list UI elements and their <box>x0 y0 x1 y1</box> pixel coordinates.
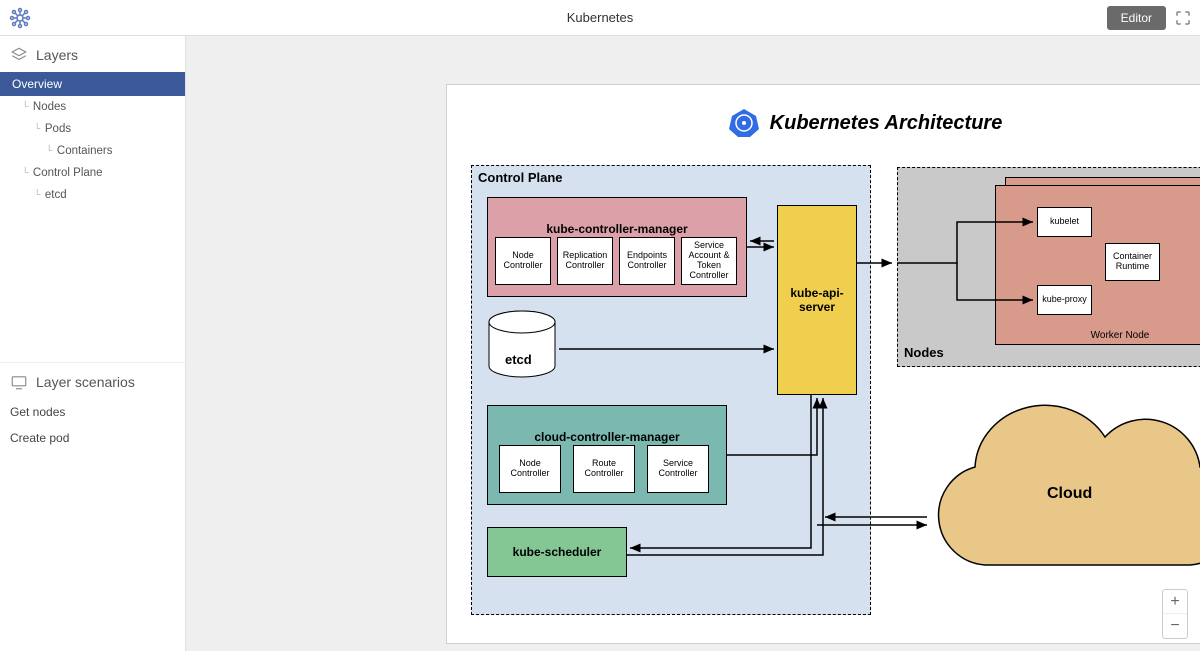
kube-scheduler-box[interactable]: kube-scheduler <box>487 527 627 577</box>
kcm-title: kube-controller-manager <box>546 222 687 236</box>
kcm-ctrl-2[interactable]: Endpoints Controller <box>619 237 675 285</box>
scenario-create-pod[interactable]: Create pod <box>0 425 185 451</box>
ccm-ctrl-2[interactable]: Service Controller <box>647 445 709 493</box>
ccm-ctrl-0[interactable]: Node Controller <box>499 445 561 493</box>
tree-item-nodes[interactable]: Nodes <box>0 96 185 118</box>
page-title: Kubernetes <box>567 10 634 25</box>
canvas-area[interactable]: Kubernetes Architecture Control Plane ku… <box>186 36 1200 651</box>
tree-item-pods[interactable]: Pods <box>0 118 185 140</box>
nodes-label: Nodes <box>904 345 944 360</box>
tree-item-control-plane[interactable]: Control Plane <box>0 162 185 184</box>
tree-item-etcd[interactable]: etcd <box>0 184 185 206</box>
diagram-title: Kubernetes Architecture <box>770 112 1003 135</box>
diagram-title-wrap: Kubernetes Architecture <box>447 107 1200 139</box>
zoom-in-button[interactable]: + <box>1163 590 1187 614</box>
kcm-ctrl-0[interactable]: Node Controller <box>495 237 551 285</box>
etcd-cylinder-icon[interactable] <box>487 310 557 380</box>
zoom-controls: + − <box>1162 589 1188 639</box>
ccm-ctrl-1[interactable]: Route Controller <box>573 445 635 493</box>
kube-proxy-box[interactable]: kube-proxy <box>1037 285 1092 315</box>
layers-header: Layers <box>0 36 185 72</box>
tree-item-overview[interactable]: Overview <box>0 72 185 96</box>
zoom-out-button[interactable]: − <box>1163 614 1187 638</box>
scenarios-header-label: Layer scenarios <box>36 374 135 390</box>
worker-node-label: Worker Node <box>1091 330 1150 341</box>
scenarios-header: Layer scenarios <box>0 362 185 399</box>
kcm-ctrl-1[interactable]: Replication Controller <box>557 237 613 285</box>
worker-node-box[interactable]: Worker Node <box>995 185 1200 345</box>
topbar: Kubernetes Editor <box>0 0 1200 36</box>
ccm-title: cloud-controller-manager <box>534 430 679 444</box>
control-plane-label: Control Plane <box>478 170 563 185</box>
scenario-get-nodes[interactable]: Get nodes <box>0 399 185 425</box>
cloud-label: Cloud <box>1047 485 1092 503</box>
diagram-canvas[interactable]: Kubernetes Architecture Control Plane ku… <box>446 84 1200 644</box>
editor-button[interactable]: Editor <box>1107 6 1166 30</box>
container-runtime-box[interactable]: Container Runtime <box>1105 243 1160 281</box>
sidebar: Layers Overview Nodes Pods Containers Co… <box>0 36 186 651</box>
kcm-ctrl-3[interactable]: Service Account & Token Controller <box>681 237 737 285</box>
tree-item-containers[interactable]: Containers <box>0 140 185 162</box>
monitor-icon <box>10 373 28 391</box>
kubernetes-logo-icon <box>728 107 760 139</box>
fullscreen-icon[interactable] <box>1174 9 1192 27</box>
app-logo-icon[interactable] <box>8 6 32 30</box>
layers-icon <box>10 46 28 64</box>
kubelet-box[interactable]: kubelet <box>1037 207 1092 237</box>
layers-header-label: Layers <box>36 47 78 63</box>
etcd-label: etcd <box>505 352 532 367</box>
kube-api-server-box[interactable]: kube-api-server <box>777 205 857 395</box>
